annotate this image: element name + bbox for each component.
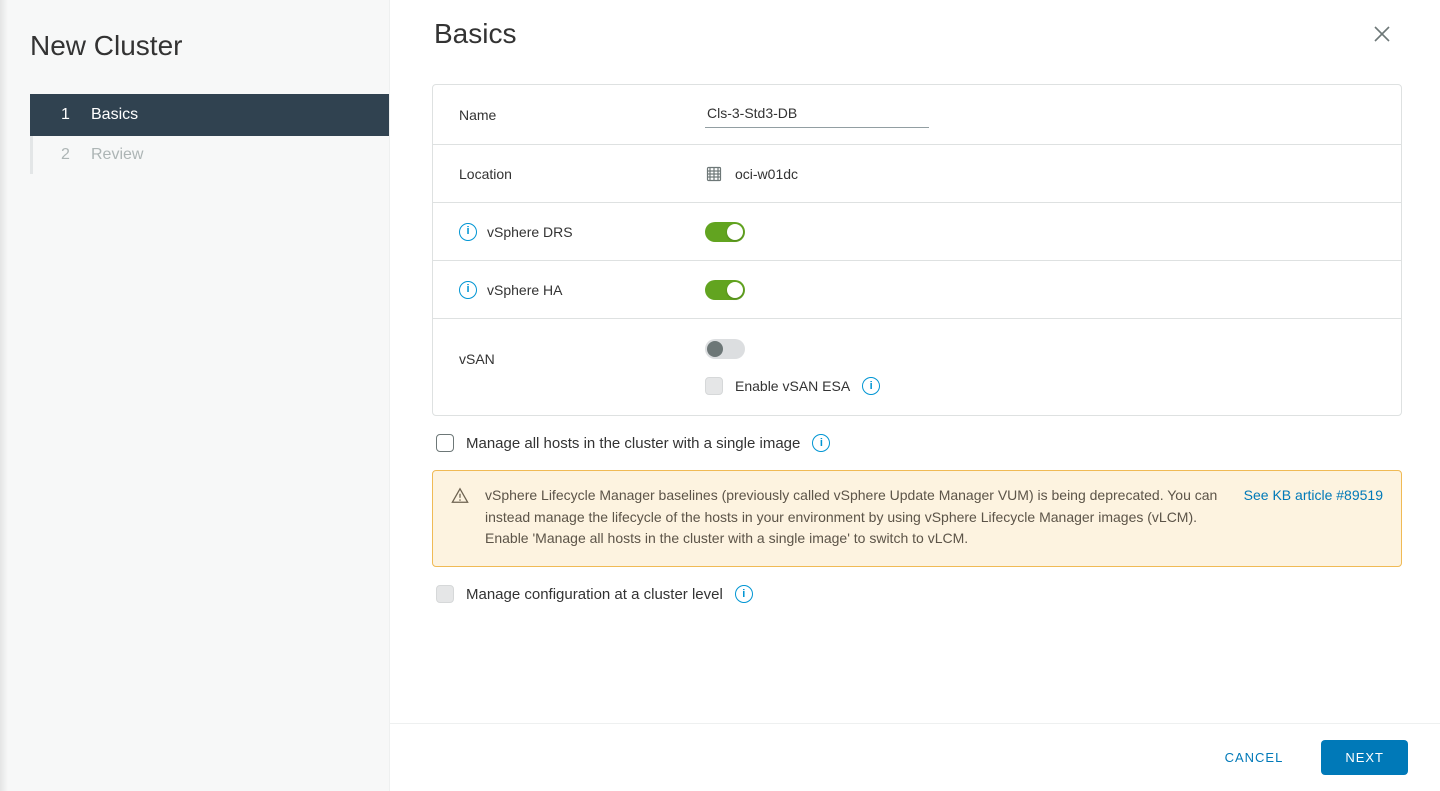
close-icon — [1372, 24, 1392, 44]
drs-label: vSphere DRS — [487, 224, 573, 240]
step-label: Review — [91, 146, 143, 164]
vsan-esa-checkbox — [705, 377, 723, 395]
name-value — [705, 101, 1375, 128]
location-text: oci-w01dc — [735, 166, 798, 182]
single-image-row: Manage all hosts in the cluster with a s… — [432, 416, 1402, 458]
vsan-toggle[interactable] — [705, 339, 745, 359]
basics-card: Name Location — [432, 84, 1402, 416]
cluster-config-row: Manage configuration at a cluster level — [432, 571, 1402, 607]
deprecation-warning: vSphere Lifecycle Manager baselines (pre… — [432, 470, 1402, 567]
warning-kb-link[interactable]: See KB article #89519 — [1244, 485, 1383, 507]
next-button[interactable]: NEXT — [1321, 740, 1408, 775]
step-basics[interactable]: 1 Basics — [30, 94, 389, 136]
step-number: 1 — [61, 106, 75, 124]
new-cluster-wizard: New Cluster 1 Basics 2 Review Basics — [0, 0, 1440, 791]
content-body: Name Location — [390, 58, 1440, 723]
ha-label-wrap: vSphere HA — [459, 281, 705, 299]
info-icon[interactable] — [862, 377, 880, 395]
cluster-name-input[interactable] — [705, 101, 929, 128]
toggle-knob — [707, 341, 723, 357]
ha-label: vSphere HA — [487, 282, 562, 298]
row-location: Location — [433, 145, 1401, 203]
step-label: Basics — [91, 106, 138, 124]
step-review[interactable]: 2 Review — [33, 136, 389, 174]
toggle-knob — [727, 282, 743, 298]
page-title: Basics — [434, 18, 1368, 50]
vsan-esa-line: Enable vSAN ESA — [705, 377, 880, 395]
cluster-config-label: Manage configuration at a cluster level — [466, 586, 723, 603]
close-button[interactable] — [1368, 20, 1396, 48]
drs-label-wrap: vSphere DRS — [459, 223, 705, 241]
wizard-steps: 1 Basics 2 Review — [30, 94, 389, 174]
toggle-knob — [727, 224, 743, 240]
vsan-esa-label: Enable vSAN ESA — [735, 378, 850, 394]
location-value: oci-w01dc — [705, 165, 1375, 183]
content-header: Basics — [390, 0, 1440, 58]
drs-value — [705, 222, 1375, 242]
info-icon[interactable] — [459, 223, 477, 241]
location-label: Location — [459, 166, 705, 182]
vsan-label: vSAN — [459, 335, 705, 367]
single-image-label: Manage all hosts in the cluster with a s… — [466, 435, 800, 452]
row-name: Name — [433, 85, 1401, 145]
row-vsan: vSAN Enable vSAN ESA — [433, 319, 1401, 415]
cluster-config-checkbox — [436, 585, 454, 603]
drs-toggle[interactable] — [705, 222, 745, 242]
warning-icon — [451, 485, 469, 512]
info-icon[interactable] — [459, 281, 477, 299]
wizard-title: New Cluster — [30, 30, 389, 62]
name-label: Name — [459, 107, 705, 123]
info-icon[interactable] — [812, 434, 830, 452]
cancel-button[interactable]: CANCEL — [1205, 740, 1304, 775]
wizard-content: Basics Name Location — [390, 0, 1440, 791]
datacenter-icon — [705, 165, 723, 183]
row-ha: vSphere HA — [433, 261, 1401, 319]
single-image-checkbox[interactable] — [436, 434, 454, 452]
warning-message: vSphere Lifecycle Manager baselines (pre… — [485, 485, 1228, 550]
step-number: 2 — [61, 146, 75, 164]
wizard-sidebar: New Cluster 1 Basics 2 Review — [0, 0, 390, 791]
ha-toggle[interactable] — [705, 280, 745, 300]
vsan-value: Enable vSAN ESA — [705, 335, 1375, 399]
ha-value — [705, 280, 1375, 300]
row-drs: vSphere DRS — [433, 203, 1401, 261]
wizard-footer: CANCEL NEXT — [390, 723, 1440, 791]
info-icon[interactable] — [735, 585, 753, 603]
